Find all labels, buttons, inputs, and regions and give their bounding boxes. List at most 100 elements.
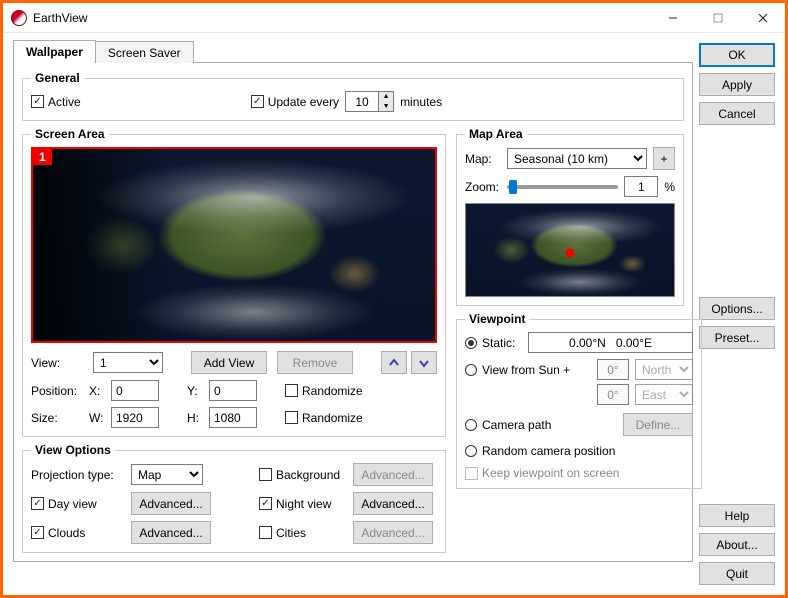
check-icon <box>285 384 298 397</box>
update-interval-input[interactable] <box>346 92 378 111</box>
sun-deg2-input <box>597 384 629 405</box>
night-view-label: Night view <box>276 497 331 511</box>
background-label: Background <box>276 468 340 482</box>
zoom-input[interactable] <box>624 176 658 197</box>
app-window: EarthView Wallpaper Screen Saver General <box>0 0 788 598</box>
view-options-group: View Options Projection type: Map Backgr… <box>22 443 446 553</box>
random-camera-label: Random camera position <box>482 444 615 458</box>
map-marker-icon <box>566 248 575 257</box>
randomize-label: Randomize <box>302 411 363 425</box>
quit-button[interactable]: Quit <box>699 562 775 585</box>
randomize-size-checkbox[interactable]: Randomize <box>285 411 363 425</box>
projection-label: Projection type: <box>31 468 123 482</box>
maximize-button[interactable] <box>695 4 740 32</box>
w-input[interactable] <box>111 407 159 428</box>
y-input[interactable] <box>209 380 257 401</box>
options-button[interactable]: Options... <box>699 297 775 320</box>
day-view-checkbox[interactable]: ✓ Day view <box>31 497 123 511</box>
update-every-label: Update every <box>268 95 339 109</box>
active-checkbox[interactable]: ✓ Active <box>31 95 81 109</box>
check-icon <box>259 468 272 481</box>
help-button[interactable]: Help <box>699 504 775 527</box>
spin-up-icon[interactable]: ▲ <box>379 92 393 102</box>
preset-button[interactable]: Preset... <box>699 326 775 349</box>
update-interval-stepper[interactable]: ▲▼ <box>345 91 394 112</box>
app-icon <box>11 10 27 26</box>
view-label: View: <box>31 356 83 370</box>
static-radio[interactable]: Static: <box>465 336 522 350</box>
apply-button[interactable]: Apply <box>699 73 775 96</box>
map-add-button[interactable]: + <box>653 147 675 170</box>
check-icon: ✓ <box>31 95 44 108</box>
night-view-checkbox[interactable]: ✓ Night view <box>259 497 345 511</box>
minutes-label: minutes <box>400 95 442 109</box>
random-camera-radio[interactable]: Random camera position <box>465 444 615 458</box>
sun-dir1-select: North <box>635 359 693 380</box>
check-icon <box>285 411 298 424</box>
screen-preview[interactable]: 1 <box>31 147 437 343</box>
randomize-position-checkbox[interactable]: Randomize <box>285 384 363 398</box>
spin-down-icon[interactable]: ▼ <box>379 102 393 112</box>
map-select[interactable]: Seasonal (10 km) <box>507 148 647 169</box>
h-label: H: <box>187 411 203 425</box>
h-input[interactable] <box>209 407 257 428</box>
static-coords-input[interactable] <box>528 332 693 353</box>
cities-checkbox[interactable]: Cities <box>259 526 345 540</box>
x-input[interactable] <box>111 380 159 401</box>
titlebar: EarthView <box>3 3 785 33</box>
tab-screensaver[interactable]: Screen Saver <box>96 41 194 63</box>
remove-view-button[interactable]: Remove <box>277 351 353 374</box>
background-advanced-button[interactable]: Advanced... <box>353 463 433 486</box>
move-down-button[interactable] <box>411 351 437 374</box>
keep-viewpoint-checkbox: Keep viewpoint on screen <box>465 466 619 480</box>
general-legend: General <box>31 71 84 85</box>
check-icon: ✓ <box>251 95 264 108</box>
minimize-button[interactable] <box>650 4 695 32</box>
define-button[interactable]: Define... <box>623 413 693 436</box>
x-label: X: <box>89 384 105 398</box>
add-view-button[interactable]: Add View <box>191 351 267 374</box>
viewpoint-legend: Viewpoint <box>465 312 529 326</box>
view-options-legend: View Options <box>31 443 115 457</box>
ok-button[interactable]: OK <box>699 43 775 67</box>
check-icon <box>259 526 272 539</box>
w-label: W: <box>89 411 105 425</box>
world-map-preview <box>33 149 435 341</box>
radio-icon <box>465 364 477 376</box>
zoom-slider[interactable] <box>507 185 618 189</box>
cancel-button[interactable]: Cancel <box>699 102 775 125</box>
check-icon: ✓ <box>31 526 44 539</box>
general-group: General ✓ Active ✓ Update every <box>22 71 684 121</box>
active-label: Active <box>48 95 81 109</box>
move-up-button[interactable] <box>381 351 407 374</box>
cities-label: Cities <box>276 526 306 540</box>
update-every-checkbox[interactable]: ✓ Update every <box>251 95 339 109</box>
sun-deg1-input <box>597 359 629 380</box>
clouds-advanced-button[interactable]: Advanced... <box>131 521 211 544</box>
slider-thumb-icon <box>509 180 517 194</box>
clouds-checkbox[interactable]: ✓ Clouds <box>31 526 123 540</box>
close-button[interactable] <box>740 4 785 32</box>
viewpoint-group: Viewpoint Static: <box>456 312 702 489</box>
cities-advanced-button[interactable]: Advanced... <box>353 521 433 544</box>
night-view-advanced-button[interactable]: Advanced... <box>353 492 433 515</box>
camera-path-radio[interactable]: Camera path <box>465 418 551 432</box>
check-icon: ✓ <box>31 497 44 510</box>
sun-dir2-select: East <box>635 384 693 405</box>
size-label: Size: <box>31 411 83 425</box>
mini-map[interactable] <box>465 203 675 297</box>
tab-body: General ✓ Active ✓ Update every <box>13 63 693 562</box>
background-checkbox[interactable]: Background <box>259 468 345 482</box>
tab-wallpaper[interactable]: Wallpaper <box>13 40 96 63</box>
check-icon <box>465 467 478 480</box>
projection-select[interactable]: Map <box>131 464 203 485</box>
view-from-sun-radio[interactable]: View from Sun + <box>465 363 570 377</box>
day-view-advanced-button[interactable]: Advanced... <box>131 492 211 515</box>
map-area-legend: Map Area <box>465 127 527 141</box>
view-select[interactable]: 1 <box>93 352 163 373</box>
radio-icon <box>465 337 477 349</box>
screen-badge: 1 <box>33 149 52 165</box>
about-button[interactable]: About... <box>699 533 775 556</box>
zoom-unit: % <box>664 180 675 194</box>
randomize-label: Randomize <box>302 384 363 398</box>
